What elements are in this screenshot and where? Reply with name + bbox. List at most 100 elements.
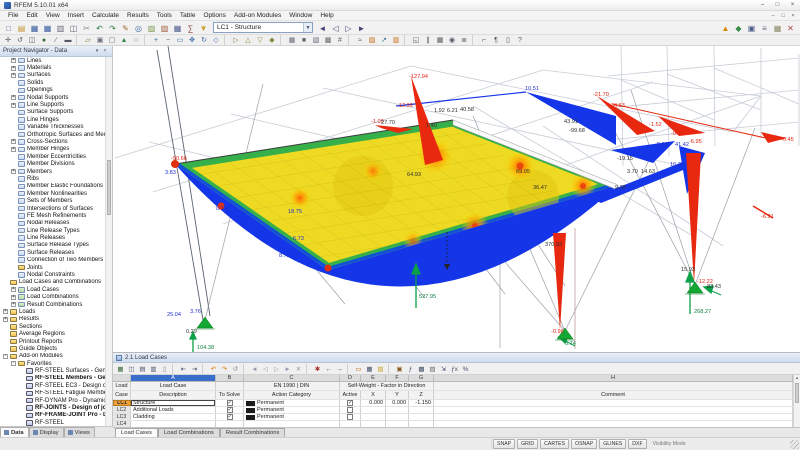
tree-item-rf-joints-design-of-joints[interactable]: RF-JOINTS - Design of joints — [0, 404, 112, 411]
factor-cell[interactable]: 0.000 — [386, 400, 409, 406]
menu-window[interactable]: Window — [285, 12, 316, 19]
table-tab-load-combinations[interactable]: Load Combinations — [157, 428, 220, 437]
checkbox-checked-icon[interactable]: ✓ — [226, 414, 233, 420]
solid-icon[interactable]: ▣ — [95, 35, 106, 45]
table-import-icon[interactable]: ▥ — [149, 364, 159, 374]
tree-item-rf-frame-joint-pro-desi[interactable]: RF-FRAME-JOINT Pro - Desi — [0, 412, 112, 419]
tree-expander-icon[interactable]: + — [11, 169, 16, 175]
table-panel-titlebar[interactable]: 2.1 Load Cases — [113, 353, 800, 363]
new-window-icon[interactable]: ◱ — [411, 35, 422, 45]
menu-insert[interactable]: Insert — [64, 12, 88, 19]
calculate-icon[interactable]: ∑ — [185, 22, 197, 34]
status-toggle-osnap[interactable]: OSNAP — [571, 439, 598, 449]
factor-cell[interactable] — [386, 414, 409, 420]
load-case-selector[interactable]: LC1 - Structure ▼ — [213, 22, 313, 33]
opening-icon[interactable]: ▢ — [107, 35, 118, 45]
tree-item-loads[interactable]: + Loads — [0, 308, 112, 315]
description-cell[interactable]: Additional Loads — [131, 407, 216, 413]
tree-item-guide-objects[interactable]: Guide Objects — [0, 345, 112, 352]
tree-item-load-cases[interactable]: + Load Cases — [0, 286, 112, 293]
tree-item-rf-steel[interactable]: RF-STEEL — [0, 419, 112, 426]
tree-item-member-elastic-foundations[interactable]: Member Elastic Foundations — [0, 183, 112, 190]
picture-icon[interactable]: ▨ — [428, 364, 438, 374]
tree-item-results[interactable]: + Results — [0, 316, 112, 323]
nav-first-icon[interactable]: ◄ — [250, 364, 260, 374]
comment-cell[interactable] — [434, 414, 793, 420]
status-toggle-snap[interactable]: SNAP — [493, 439, 516, 449]
save-all-icon[interactable]: ▦ — [42, 22, 54, 34]
tree-expander-icon[interactable]: - — [11, 361, 16, 367]
tree-expander-icon[interactable]: + — [11, 302, 16, 308]
load-case-id-cell[interactable]: LC3 — [113, 414, 131, 420]
view-table-icon[interactable]: ▭ — [354, 364, 364, 374]
to-solve-cell[interactable]: ✓ — [216, 407, 244, 413]
column-letter-F[interactable]: F — [386, 375, 409, 381]
highlight-icon[interactable]: ▧ — [376, 364, 386, 374]
factor-cell[interactable] — [386, 407, 409, 413]
nav-next-icon[interactable]: ▷ — [272, 364, 282, 374]
snap-settings-icon[interactable]: ▦ — [772, 22, 784, 34]
copy-icon[interactable]: ◫ — [68, 22, 80, 34]
column-letter-B[interactable]: B — [216, 375, 244, 381]
action-category-cell[interactable]: Permanent — [244, 414, 340, 420]
loading-icon[interactable]: ▼ — [198, 22, 210, 34]
font-tool-icon[interactable]: ƒ — [406, 364, 416, 374]
first-loadcase-icon[interactable]: ◄ — [317, 22, 329, 34]
tree-item-solids[interactable]: Solids — [0, 79, 112, 86]
layers-icon[interactable]: ≣ — [459, 35, 470, 45]
description-cell[interactable]: Structure — [131, 400, 216, 406]
minimize-button[interactable]: – — [755, 0, 770, 10]
mdi-restore-button[interactable]: □ — [778, 13, 788, 19]
tree-item-rf-steel-members-gener[interactable]: RF-STEEL Members - Gener — [0, 375, 112, 382]
status-toggle-cartes[interactable]: CARTES — [540, 439, 570, 449]
contour-surface[interactable] — [171, 119, 619, 272]
tree-item-cross-sections[interactable]: + Cross-Sections — [0, 138, 112, 145]
table-export-icon[interactable]: ▤ — [138, 364, 148, 374]
checkbox-checked-icon[interactable]: ✓ — [226, 407, 233, 413]
tree-expander-icon[interactable]: + — [3, 309, 8, 315]
comment-cell[interactable] — [434, 400, 793, 406]
panel-colors-icon[interactable]: ▥ — [391, 35, 402, 45]
tree-item-load-cases-and-combinations[interactable]: Load Cases and Combinations — [0, 279, 112, 286]
save-icon[interactable]: ▦ — [29, 22, 41, 34]
menu-file[interactable]: File — [4, 12, 22, 19]
filter-icon[interactable]: ✱ — [313, 364, 323, 374]
tree-item-intersections-of-surfaces[interactable]: Intersections of Surfaces — [0, 205, 112, 212]
table-tab-result-combinations[interactable]: Result Combinations — [219, 428, 286, 437]
view-z-icon[interactable]: ▽ — [255, 35, 266, 45]
results-vectors-icon[interactable]: ↗ — [379, 35, 390, 45]
fe-mesh-icon[interactable]: ▩ — [323, 35, 334, 45]
solid-render-icon[interactable]: ■ — [299, 35, 310, 45]
menu-table[interactable]: Table — [176, 12, 200, 19]
restore-button[interactable]: □ — [770, 0, 785, 10]
tree-item-surface-release-types[interactable]: Surface Release Types — [0, 242, 112, 249]
show-supports-icon[interactable]: ◆ — [733, 22, 745, 34]
row-delete-icon[interactable]: ⇥ — [190, 364, 200, 374]
nav-last-icon[interactable]: ► — [283, 364, 293, 374]
next-loadcase-icon[interactable]: ▷ — [343, 22, 355, 34]
refresh-table-icon[interactable]: ↺ — [231, 364, 241, 374]
tree-item-rf-steel-fatigue-members-[interactable]: RF-STEEL Fatigue Members - — [0, 390, 112, 397]
row-insert-icon[interactable]: ⇤ — [179, 364, 189, 374]
nav-tab-display[interactable]: Display — [28, 427, 64, 437]
tree-item-ribs[interactable]: Ribs — [0, 175, 112, 182]
tables-icon[interactable]: ▦ — [172, 22, 184, 34]
menu-view[interactable]: View — [42, 12, 64, 19]
numbering-icon[interactable]: # — [335, 35, 346, 45]
node-icon[interactable]: ● — [39, 35, 50, 45]
calc-table-icon[interactable]: ▩ — [417, 364, 427, 374]
status-toggle-dxf[interactable]: DXF — [628, 439, 647, 449]
results-contour-icon[interactable]: ▨ — [367, 35, 378, 45]
menu-calculate[interactable]: Calculate — [88, 12, 123, 19]
move-icon[interactable]: ✛ — [3, 35, 14, 45]
action-category-cell[interactable]: Permanent — [244, 407, 340, 413]
tree-item-member-eccentricities[interactable]: Member Eccentricities — [0, 153, 112, 160]
tree-item-member-hinges[interactable]: + Member Hinges — [0, 146, 112, 153]
expand-table-icon[interactable]: ⇲ — [439, 364, 449, 374]
tree-item-orthotropic-surfaces-and-membr[interactable]: Orthotropic Surfaces and Membr — [0, 131, 112, 138]
tree-expander-icon[interactable]: + — [11, 146, 16, 152]
tree-item-surface-releases[interactable]: Surface Releases — [0, 249, 112, 256]
select-all-icon[interactable]: ▣ — [395, 364, 405, 374]
table-scrollbar[interactable]: ▲ — [793, 375, 800, 427]
snap-toggle-icon[interactable]: ◉ — [447, 35, 458, 45]
